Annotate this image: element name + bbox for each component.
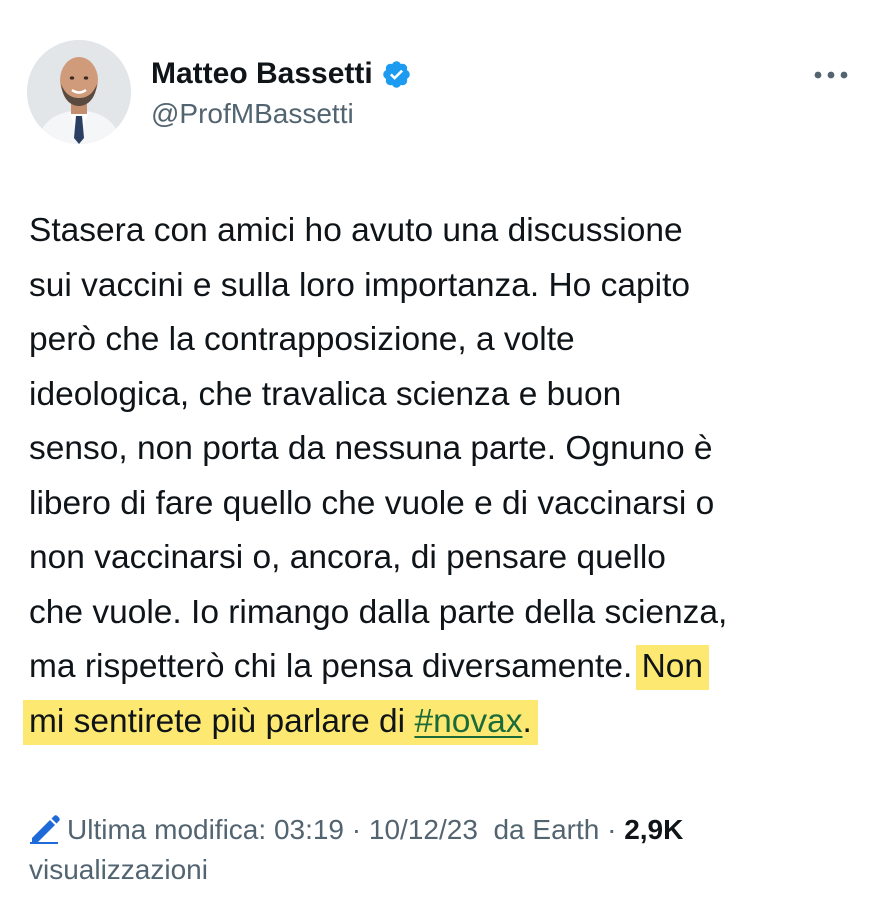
highlighted-text: mi sentirete più parlare di	[29, 702, 415, 740]
views-count: 2,9K	[624, 814, 684, 845]
tweet-line: senso, non porta da nessuna parte. Ognun…	[29, 430, 713, 467]
highlighted-text: Non	[641, 645, 704, 690]
more-horizontal-icon	[814, 71, 848, 79]
more-options-button[interactable]	[807, 60, 855, 90]
author-handle[interactable]: @ProfMBassetti	[151, 98, 354, 130]
views-label: visualizzazioni	[29, 854, 208, 885]
separator: ·	[599, 814, 625, 845]
tweet-line: ideologica, che travalica scienza e buon	[29, 375, 622, 413]
separator: ·	[344, 814, 369, 845]
tweet-header: Matteo Bassetti @ProfMBassetti	[27, 40, 857, 150]
name-row: Matteo Bassetti	[151, 54, 412, 94]
avatar[interactable]	[27, 40, 131, 144]
post-date[interactable]: 10/12/23	[369, 814, 478, 845]
highlighted-text-line: mi sentirete più parlare di #novax.	[29, 699, 532, 745]
hashtag-link[interactable]: #novax	[414, 703, 522, 740]
pencil-edit-icon[interactable]	[29, 814, 61, 844]
tweet-line: ma rispetterò chi la pensa diversamente.	[29, 648, 642, 685]
verified-badge-icon[interactable]	[381, 59, 412, 90]
tweet-metadata: Ultima modifica: 03:19 · 10/12/23 da Ear…	[29, 810, 859, 890]
tweet-line: libero di fare quello che vuole e di vac…	[29, 484, 715, 522]
tweet-line: sui vaccini e sulla loro importanza. Ho …	[29, 266, 691, 304]
tweet-line: che vuole. Io rimango dalla parte della …	[29, 593, 728, 631]
tweet-line: però che la contrapposizione, a volte	[29, 321, 575, 358]
tweet-line: non vaccinarsi o, ancora, di pensare que…	[29, 539, 666, 576]
post-source: da Earth	[477, 814, 600, 845]
edited-timestamp[interactable]: Ultima modifica: 03:19	[67, 814, 344, 845]
tweet-text: Stasera con amici ho avuto una discussio…	[29, 204, 859, 749]
author-display-name[interactable]: Matteo Bassetti	[151, 57, 373, 91]
trailing-period: .	[522, 702, 532, 740]
tweet-line: Stasera con amici ho avuto una discussio…	[29, 212, 683, 249]
